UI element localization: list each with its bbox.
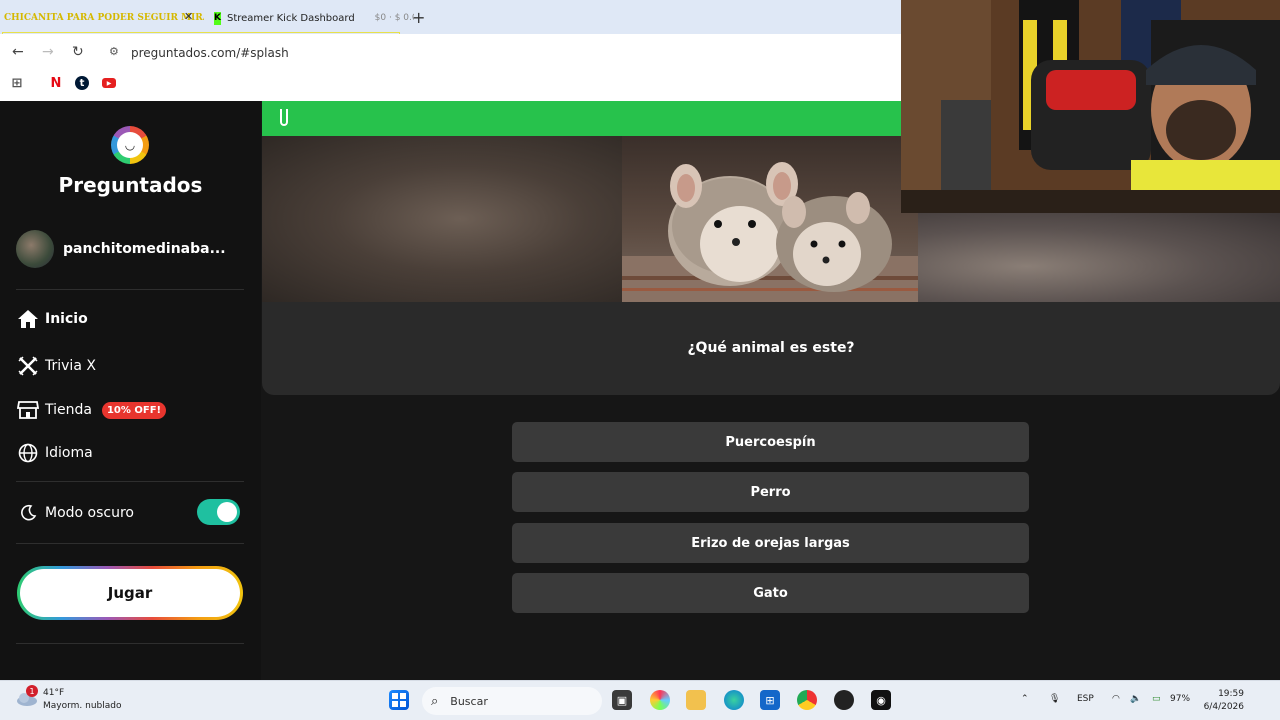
question-panel: ¿Qué animal es este? xyxy=(262,302,1280,395)
clock-date: 6/4/2026 xyxy=(1203,702,1244,712)
sidebar-item-idioma[interactable]: Idioma xyxy=(16,441,93,465)
weather-cloud-icon[interactable]: 1 xyxy=(16,685,38,707)
back-icon[interactable]: ← xyxy=(12,44,24,60)
obs-icon[interactable] xyxy=(834,690,854,710)
weather-temp: 41°F xyxy=(43,688,65,698)
sidebar-item-trivia-x[interactable]: Trivia X xyxy=(16,354,96,378)
task-view-icon[interactable]: ▣ xyxy=(612,690,632,710)
language-indicator[interactable]: ESP xyxy=(1077,694,1094,704)
chrome-icon[interactable] xyxy=(797,690,817,710)
sidebar: ◡ Preguntados panchitomedinaba... Inicio… xyxy=(0,101,261,680)
avatar xyxy=(16,230,54,268)
system-clock[interactable]: 19:59 6/4/2026 xyxy=(1198,688,1244,714)
sidebar-item-inicio[interactable]: Inicio xyxy=(16,307,88,331)
file-explorer-icon[interactable] xyxy=(686,690,706,710)
discount-badge: 10% OFF! xyxy=(101,401,167,419)
sidebar-item-label: Tienda xyxy=(45,402,92,418)
weather-condition: Mayorm. nublado xyxy=(43,701,122,711)
sidebar-item-label: Idioma xyxy=(45,445,93,461)
wifi-icon[interactable]: ◠ xyxy=(1112,694,1120,704)
divider xyxy=(16,543,244,544)
bookmarks-bar: ⊞ N t ▶ xyxy=(0,70,901,101)
apps-icon[interactable]: ⊞ xyxy=(10,76,24,91)
blurred-background-image xyxy=(918,213,1280,302)
store-app-icon[interactable]: ⊞ xyxy=(760,690,780,710)
edge-icon[interactable] xyxy=(724,690,744,710)
preguntados-logo-icon: ◡ xyxy=(111,126,149,164)
test-tube-icon xyxy=(280,109,288,126)
home-icon xyxy=(16,307,40,331)
dark-mode-label: Modo oscuro xyxy=(45,505,134,521)
answer-option[interactable]: Gato xyxy=(512,573,1029,613)
tumblr-icon[interactable]: t xyxy=(75,76,89,90)
trivia-x-icon xyxy=(16,354,40,378)
dark-mode-toggle[interactable] xyxy=(197,499,240,525)
tab-close-icon[interactable]: ✕ xyxy=(184,10,193,23)
weather-alert-badge: 1 xyxy=(26,685,38,697)
answer-option[interactable]: Perro xyxy=(512,472,1029,512)
clock-time: 19:59 xyxy=(1218,689,1244,699)
copilot-icon[interactable] xyxy=(650,690,670,710)
address-bar[interactable]: preguntados.com/#splash xyxy=(131,46,289,60)
divider xyxy=(16,289,244,290)
user-profile[interactable]: panchitomedinaba... xyxy=(16,230,226,268)
battery-percent: 97% xyxy=(1170,694,1191,704)
volume-icon[interactable]: 🔈 xyxy=(1130,694,1141,704)
divider xyxy=(16,481,244,482)
blurred-background-image xyxy=(262,136,622,302)
category-bar xyxy=(262,101,901,136)
question-text: ¿Qué animal es este? xyxy=(687,340,855,356)
windows-start-icon[interactable] xyxy=(389,690,409,710)
tab-title: Streamer Kick Dashboard xyxy=(226,12,355,24)
browser-tab-2[interactable]: K Streamer Kick Dashboard $0 · $ 0.00 xyxy=(214,6,414,30)
browser-tab-bar: CHICANITA PARA PODER SEGUIR MIRANDO DE N… xyxy=(0,0,901,43)
chevron-up-icon[interactable]: ⌃ xyxy=(1021,694,1029,704)
new-tab-button[interactable]: + xyxy=(412,8,425,27)
battery-icon[interactable]: ▭ xyxy=(1152,694,1161,704)
app-icon[interactable]: ◉ xyxy=(871,690,891,710)
globe-icon xyxy=(16,441,40,465)
play-button[interactable]: Jugar xyxy=(17,566,243,620)
browser-tab-1[interactable]: CHICANITA PARA PODER SEGUIR MIRANDO DE N… xyxy=(4,6,204,30)
site-info-icon[interactable]: ⚙ xyxy=(109,45,119,58)
taskbar: 1 41°F Mayorm. nublado ⌕ Buscar ▣ ⊞ ◉ ⌃ … xyxy=(0,680,1280,720)
store-icon xyxy=(16,398,40,422)
tab-tag: $0 · $ 0.00 xyxy=(374,13,414,23)
moon-icon xyxy=(16,501,40,525)
sidebar-item-label: Trivia X xyxy=(45,358,96,374)
browser-toolbar: ← → ↻ ⚙ preguntados.com/#splash xyxy=(0,34,901,70)
answer-option[interactable]: Puercoespín xyxy=(512,422,1029,462)
brand-name: Preguntados xyxy=(58,173,203,197)
dark-mode-row: Modo oscuro xyxy=(16,501,134,525)
forward-icon[interactable]: → xyxy=(42,44,54,60)
divider xyxy=(16,643,244,644)
sidebar-item-tienda[interactable]: Tienda 10% OFF! xyxy=(16,398,167,422)
microphone-icon[interactable]: 🎙 xyxy=(1049,694,1060,704)
question-image xyxy=(622,136,918,302)
username: panchitomedinaba... xyxy=(63,241,226,257)
play-button-label: Jugar xyxy=(20,569,240,617)
sidebar-item-label: Inicio xyxy=(45,311,88,327)
reload-icon[interactable]: ↻ xyxy=(72,44,84,60)
kick-icon: K xyxy=(214,11,221,25)
search-placeholder: Buscar xyxy=(450,694,488,708)
webcam-overlay xyxy=(901,0,1280,213)
search-icon: ⌕ xyxy=(431,693,439,709)
netflix-icon[interactable]: N xyxy=(49,76,63,91)
tab-title: CHICANITA PARA PODER SEGUIR MIRANDO DE N… xyxy=(4,13,204,23)
answer-option[interactable]: Erizo de orejas largas xyxy=(512,523,1029,563)
youtube-icon[interactable]: ▶ xyxy=(102,78,116,88)
taskbar-search[interactable]: ⌕ Buscar xyxy=(422,687,602,715)
